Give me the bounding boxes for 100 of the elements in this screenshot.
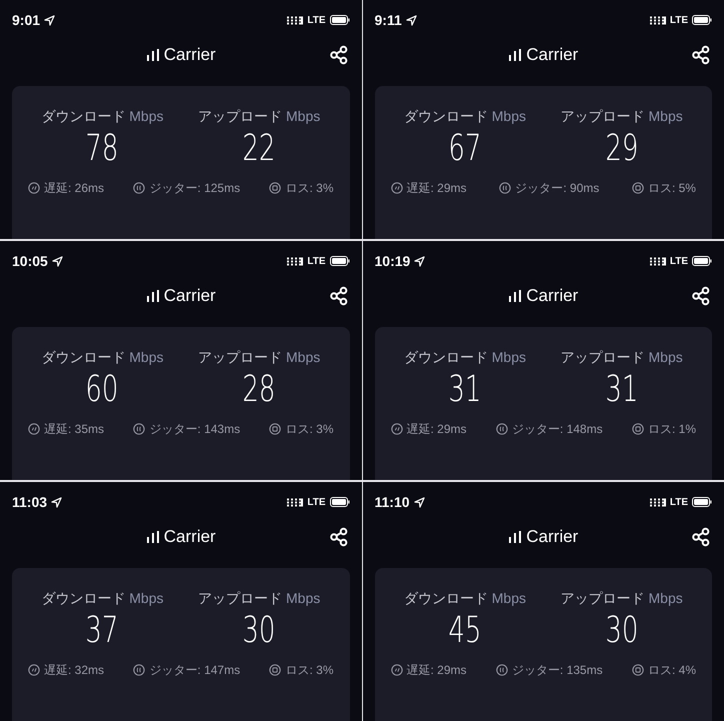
speed-label: ダウンロード <box>41 107 126 126</box>
speed-label: ダウンロード <box>41 348 126 367</box>
signal-bars-icon <box>508 48 522 62</box>
stat-text: ロス: 3% <box>285 662 334 679</box>
speed-unit: Mbps <box>648 348 683 367</box>
speed-value: 78 <box>86 127 119 171</box>
battery-icon <box>330 15 350 25</box>
speed-label: ダウンロード <box>404 107 488 126</box>
carrier-name: Carrier <box>164 285 216 308</box>
speed-value: 31 <box>605 368 638 412</box>
network-type: LTE <box>307 496 326 510</box>
jitter-icon <box>496 664 508 676</box>
stat-text: 遅延: 29ms <box>406 421 467 438</box>
stat-text: ジッター: 135ms <box>512 662 603 679</box>
latency-icon <box>28 423 40 435</box>
loss-icon <box>269 182 282 194</box>
speed-value: 22 <box>242 127 276 171</box>
speed-unit: Mbps <box>492 348 526 367</box>
signal-icon <box>286 16 304 24</box>
network-type: LTE <box>307 14 326 28</box>
speed-label: ダウンロード <box>404 348 488 367</box>
network-type: LTE <box>670 254 688 268</box>
status-time: 11:10 <box>374 492 410 512</box>
carrier-name: Carrier <box>164 44 216 66</box>
speed-unit: Mbps <box>129 348 164 367</box>
stat-text: ジッター: 148ms <box>512 421 603 438</box>
speed-unit: Mbps <box>286 589 320 608</box>
share-button[interactable] <box>328 44 350 66</box>
share-button[interactable] <box>690 526 712 548</box>
signal-icon <box>648 16 666 24</box>
stat-text: ジッター: 143ms <box>149 421 240 438</box>
speed-unit: Mbps <box>129 589 164 608</box>
loss-icon <box>269 664 282 676</box>
speed-label: アップロード <box>560 348 644 367</box>
speed-unit: Mbps <box>648 107 683 126</box>
signal-icon <box>648 498 666 506</box>
speed-value: 45 <box>448 609 482 653</box>
share-button[interactable] <box>328 526 350 548</box>
speed-label: アップロード <box>198 348 282 367</box>
speed-label: アップロード <box>560 589 644 608</box>
speed-value: 28 <box>242 368 276 412</box>
stat-text: ロス: 3% <box>285 180 334 197</box>
share-button[interactable] <box>690 44 712 66</box>
stat-text: ロス: 4% <box>648 662 696 679</box>
speed-unit: Mbps <box>492 107 526 126</box>
speed-label: ダウンロード <box>41 589 126 608</box>
location-arrow-icon <box>414 496 425 508</box>
status-time: 10:05 <box>12 252 48 270</box>
share-button[interactable] <box>328 285 350 307</box>
speed-value: 67 <box>448 127 482 171</box>
network-type: LTE <box>670 496 688 510</box>
jitter-icon <box>133 423 146 435</box>
stat-text: ジッター: 90ms <box>515 180 600 197</box>
speed-label: アップロード <box>560 107 644 126</box>
jitter-icon <box>496 423 508 435</box>
speed-value: 30 <box>242 609 276 653</box>
status-time: 10:19 <box>374 252 410 270</box>
signal-bars-icon <box>508 530 522 544</box>
stat-text: 遅延: 29ms <box>406 180 467 197</box>
signal-icon <box>286 256 304 266</box>
stat-text: ジッター: 147ms <box>149 662 240 679</box>
battery-icon <box>692 497 712 507</box>
jitter-icon <box>133 182 146 194</box>
speed-value: 29 <box>605 127 638 171</box>
network-type: LTE <box>307 254 326 268</box>
battery-icon <box>692 256 712 266</box>
latency-icon <box>390 664 402 676</box>
jitter-icon <box>133 664 146 676</box>
status-time: 9:01 <box>12 10 40 30</box>
speed-value: 31 <box>448 368 482 412</box>
location-arrow-icon <box>44 14 56 26</box>
speed-unit: Mbps <box>129 107 164 126</box>
speed-value: 37 <box>86 609 119 653</box>
location-arrow-icon <box>414 256 426 266</box>
speed-value: 30 <box>605 609 638 653</box>
share-button[interactable] <box>690 285 712 307</box>
carrier-name: Carrier <box>526 44 578 66</box>
loss-icon <box>269 423 282 435</box>
loss-icon <box>632 182 644 194</box>
stat-text: 遅延: 32ms <box>44 662 104 679</box>
signal-bars-icon <box>146 48 160 62</box>
latency-icon <box>390 423 402 435</box>
battery-icon <box>330 256 350 266</box>
signal-bars-icon <box>146 289 160 303</box>
loss-icon <box>632 423 644 435</box>
battery-icon <box>330 497 350 507</box>
stat-text: ロス: 5% <box>648 180 696 197</box>
speed-value: 60 <box>86 368 119 412</box>
signal-icon <box>648 256 666 266</box>
carrier-name: Carrier <box>526 285 578 308</box>
latency-icon <box>28 664 40 676</box>
loss-icon <box>632 664 644 676</box>
location-arrow-icon <box>51 496 62 508</box>
stat-text: ロス: 3% <box>285 421 334 438</box>
carrier-name: Carrier <box>526 526 578 548</box>
network-type: LTE <box>670 14 688 28</box>
location-arrow-icon <box>52 256 63 266</box>
speed-unit: Mbps <box>648 589 683 608</box>
stat-text: 遅延: 29ms <box>406 662 467 679</box>
speed-unit: Mbps <box>492 589 526 608</box>
